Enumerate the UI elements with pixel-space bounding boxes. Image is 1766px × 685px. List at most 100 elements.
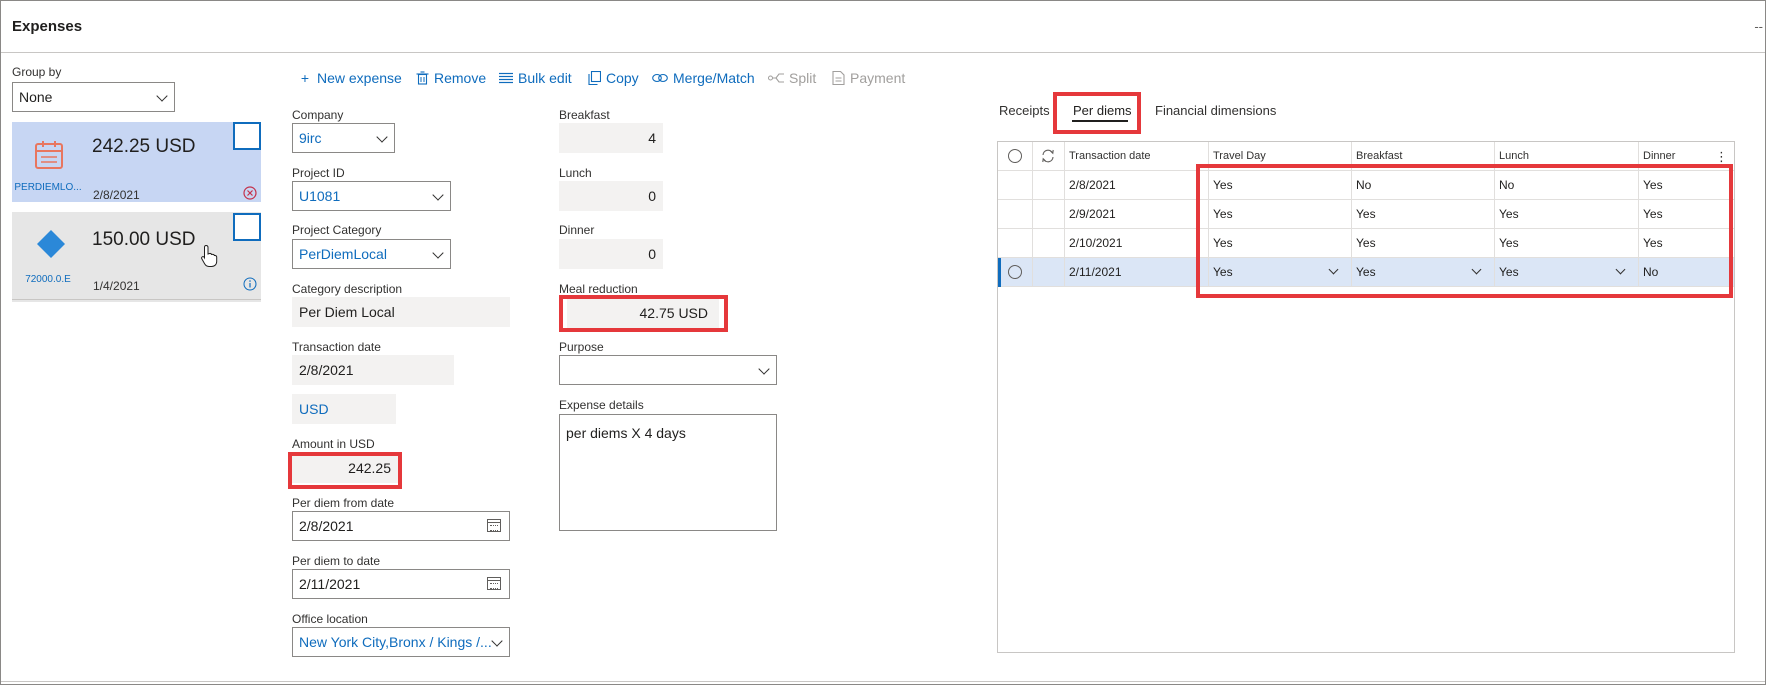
project-category-label: Project Category <box>292 223 382 237</box>
trash-icon <box>416 71 429 85</box>
company-select[interactable]: 9irc <box>292 123 395 153</box>
title-bar: Expenses -- <box>1 1 1765 53</box>
chevron-down-icon <box>432 247 444 259</box>
bulk-edit-label: Bulk edit <box>518 70 572 86</box>
remove-button[interactable]: Remove <box>416 70 486 86</box>
office-location-value: New York City,Bronx / Kings /... <box>299 634 492 650</box>
chevron-down-icon <box>156 90 168 102</box>
expense-details-textarea[interactable]: per diems X 4 days <box>559 414 777 531</box>
project-category-value: PerDiemLocal <box>299 246 387 262</box>
project-category-select[interactable]: PerDiemLocal <box>292 239 451 269</box>
group-by-select[interactable]: None <box>12 82 175 112</box>
payment-button[interactable]: Payment <box>832 70 905 86</box>
diamond-icon <box>37 230 65 258</box>
breakfast-label: Breakfast <box>559 108 610 122</box>
dinner-field[interactable]: 0 <box>559 239 663 269</box>
category-description-field: Per Diem Local <box>292 297 510 327</box>
tab-receipts[interactable]: Receipts <box>999 103 1050 118</box>
group-by-label: Group by <box>12 65 62 79</box>
payment-label: Payment <box>850 70 906 86</box>
expense-details-label: Expense details <box>559 398 644 412</box>
purpose-label: Purpose <box>559 340 604 354</box>
expense-code: 72000.0.E <box>25 274 71 285</box>
chevron-down-icon <box>758 363 770 375</box>
per-diem-to-label: Per diem to date <box>292 554 381 568</box>
transaction-date-field: 2/8/2021 <box>292 355 454 385</box>
select-all-radio[interactable] <box>1008 149 1022 163</box>
select-checkbox[interactable] <box>233 122 261 150</box>
lunch-field[interactable]: 0 <box>559 181 663 211</box>
new-expense-label: New expense <box>317 70 402 86</box>
copy-button[interactable]: Copy <box>588 70 639 86</box>
company-label: Company <box>292 108 344 122</box>
split-label: Split <box>789 70 817 86</box>
chevron-down-icon <box>432 189 444 201</box>
per-diem-from-label: Per diem from date <box>292 496 395 510</box>
expense-card-1[interactable]: PERDIEMLO... 242.25 USD 2/8/2021 <box>12 122 261 202</box>
office-location-select[interactable]: New York City,Bronx / Kings /... <box>292 627 510 657</box>
per-diem-to-field[interactable]: 2/11/2021 <box>292 569 510 599</box>
col-dinner-label: Dinner <box>1643 150 1676 162</box>
calendar-icon <box>35 141 63 169</box>
tab-financial-dimensions[interactable]: Financial dimensions <box>1155 103 1276 118</box>
split-button[interactable]: Split <box>768 70 816 86</box>
per-diems-tab-highlight <box>1053 92 1141 134</box>
group-by-value: None <box>19 89 53 105</box>
select-all-cell[interactable] <box>998 142 1033 171</box>
row-select-cell[interactable] <box>998 171 1033 200</box>
lunch-label: Lunch <box>559 166 592 180</box>
purpose-select[interactable] <box>559 355 777 385</box>
hand-cursor-icon <box>201 244 218 267</box>
meal-columns-highlight <box>1196 164 1733 298</box>
link-icon <box>652 73 668 83</box>
project-id-label: Project ID <box>292 166 345 180</box>
refresh-cell[interactable] <box>1033 142 1065 171</box>
window-control[interactable]: -- <box>1754 19 1763 34</box>
row-indicator-cell <box>1033 171 1065 200</box>
calendar-icon[interactable] <box>487 519 501 532</box>
calendar-icon[interactable] <box>487 577 501 590</box>
row-indicator-cell <box>1033 258 1065 287</box>
amount-label: Amount in USD <box>292 437 375 451</box>
row-indicator-cell <box>1033 229 1065 258</box>
plus-icon: + <box>300 70 310 86</box>
merge-match-button[interactable]: Merge/Match <box>652 70 755 86</box>
project-id-select[interactable]: U1081 <box>292 181 451 211</box>
cell-date: 2/10/2021 <box>1065 229 1209 258</box>
refresh-icon[interactable] <box>1041 149 1055 163</box>
page-title: Expenses <box>12 18 83 35</box>
company-value: 9irc <box>299 130 322 146</box>
row-select-radio[interactable] <box>1008 265 1022 279</box>
expense-amount: 242.25 USD <box>92 136 196 157</box>
new-expense-button[interactable]: + New expense <box>298 70 402 86</box>
row-select-cell[interactable] <box>998 258 1033 287</box>
meal-reduction-highlight <box>559 295 728 332</box>
split-icon <box>768 73 784 83</box>
cell-date: 2/11/2021 <box>1065 258 1209 287</box>
currency-field[interactable]: USD <box>292 394 396 424</box>
per-diem-to-value: 2/11/2021 <box>299 576 361 592</box>
bottom-divider <box>1 681 1765 682</box>
row-indicator-cell <box>1033 200 1065 229</box>
bulk-edit-button[interactable]: Bulk edit <box>499 70 572 86</box>
col-transaction-date[interactable]: Transaction date <box>1065 142 1209 171</box>
chevron-down-icon <box>491 635 503 647</box>
meal-reduction-label: Meal reduction <box>559 282 638 296</box>
chevron-down-icon <box>376 131 388 143</box>
per-diem-from-value: 2/8/2021 <box>299 518 354 534</box>
dinner-label: Dinner <box>559 223 595 237</box>
row-select-cell[interactable] <box>998 229 1033 258</box>
category-description-label: Category description <box>292 282 403 296</box>
select-checkbox[interactable] <box>233 213 261 241</box>
row-select-cell[interactable] <box>998 200 1033 229</box>
copy-label: Copy <box>606 70 639 86</box>
cell-date: 2/8/2021 <box>1065 171 1209 200</box>
office-location-label: Office location <box>292 612 368 626</box>
expense-code: PERDIEMLO... <box>14 182 82 193</box>
expense-amount: 150.00 USD <box>92 229 196 250</box>
per-diem-from-field[interactable]: 2/8/2021 <box>292 511 510 541</box>
transaction-date-label: Transaction date <box>292 340 381 354</box>
expense-date: 2/8/2021 <box>93 188 140 202</box>
expense-card-2[interactable]: 72000.0.E 150.00 USD 1/4/2021 <box>12 212 261 302</box>
breakfast-field[interactable]: 4 <box>559 123 663 153</box>
